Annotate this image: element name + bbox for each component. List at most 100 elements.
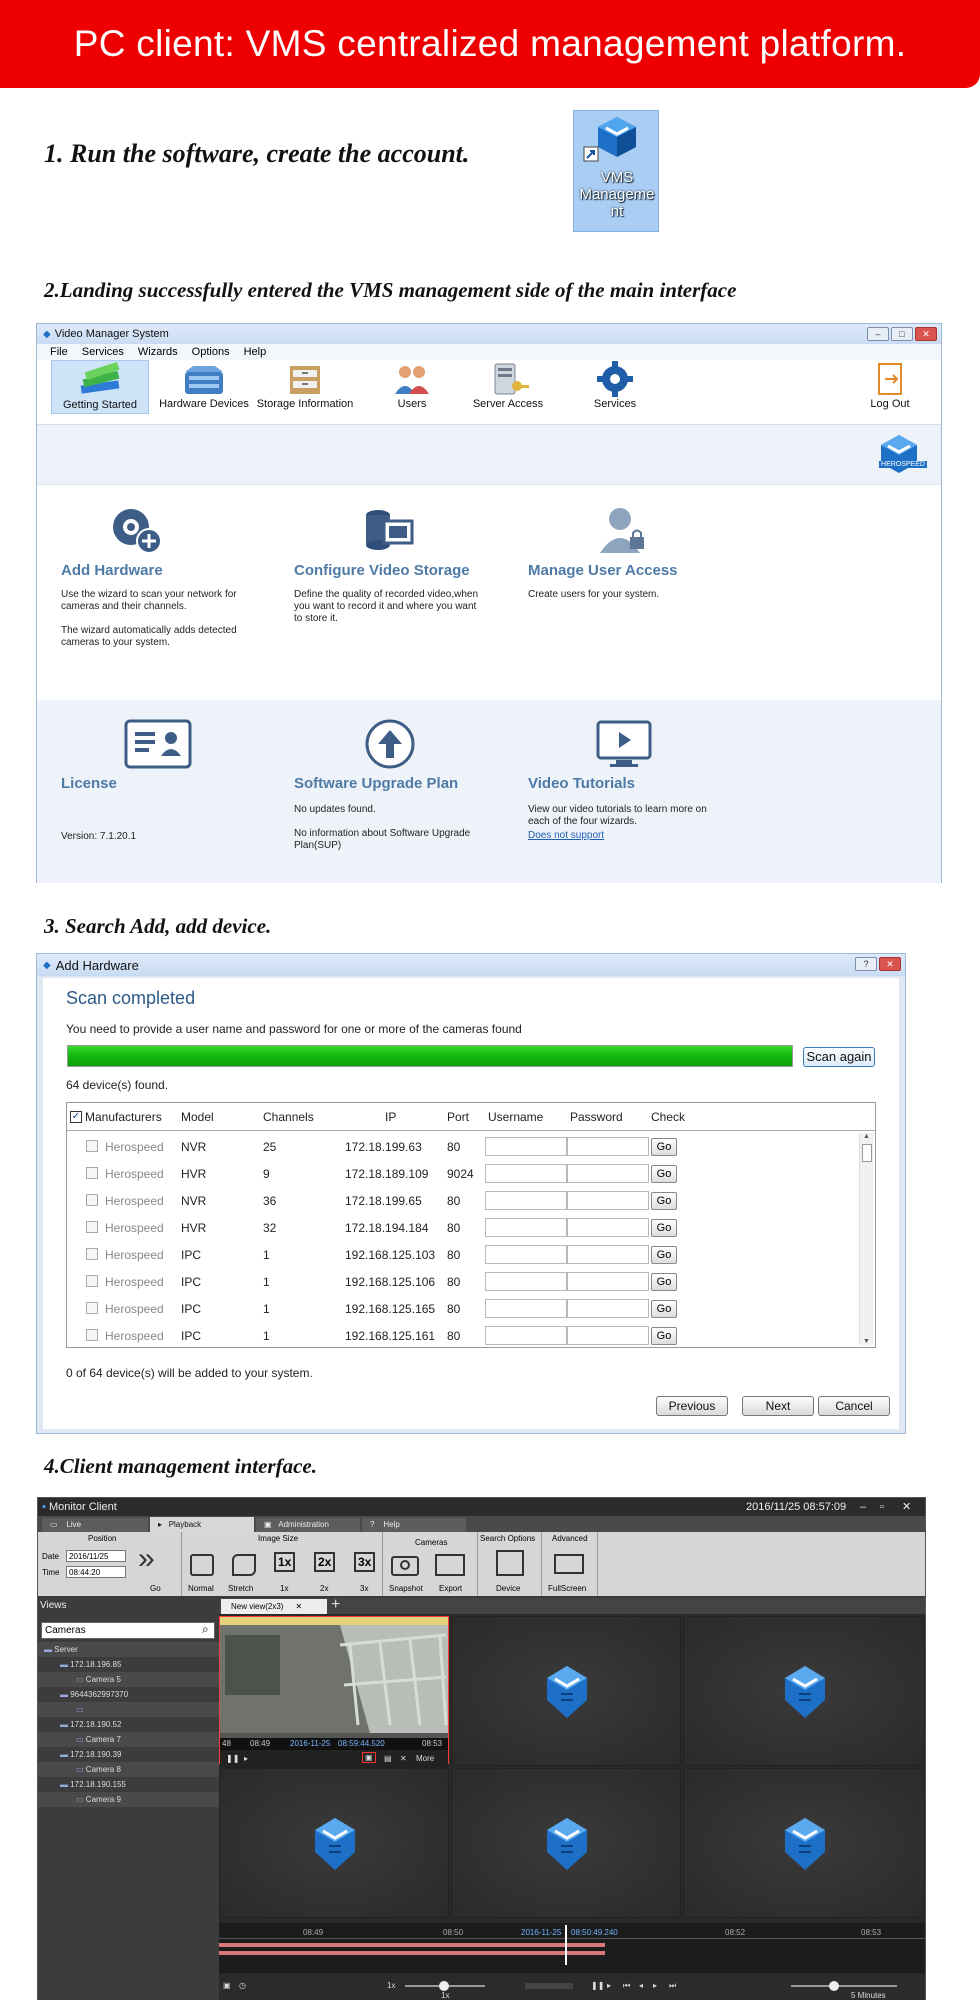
device-search-icon[interactable] (496, 1550, 524, 1576)
username-input[interactable] (485, 1164, 567, 1183)
password-input[interactable] (567, 1218, 649, 1237)
go-button[interactable]: Go (651, 1165, 677, 1183)
card-add-hardware[interactable]: Add Hardware Use the wizard to scan your… (61, 505, 261, 649)
record-icon[interactable]: ▣ (362, 1752, 376, 1763)
menu-options[interactable]: Options (192, 346, 230, 358)
cancel-button[interactable]: Cancel (818, 1396, 890, 1416)
video-tile-empty[interactable] (219, 1768, 449, 1918)
close-button[interactable]: ✕ (879, 957, 901, 971)
password-input[interactable] (567, 1164, 649, 1183)
tree-item[interactable]: ▬ 172.18.190.39 (38, 1747, 219, 1762)
go-arrow-icon[interactable]: » (138, 1544, 155, 1574)
toolbar-hardware-devices[interactable]: Hardware Devices (155, 360, 253, 410)
tab-playback[interactable]: ▸ Playback (150, 1517, 254, 1532)
time-input[interactable]: 08:44:20 (66, 1566, 126, 1578)
scan-again-button[interactable]: Scan again (803, 1047, 875, 1067)
row-checkbox[interactable] (86, 1194, 98, 1206)
col-ip[interactable]: IP (385, 1110, 396, 1124)
play-icon[interactable]: ▸ (607, 1981, 611, 1990)
timeline-cursor[interactable] (565, 1925, 567, 1965)
help-button[interactable]: ? (855, 957, 877, 971)
password-input[interactable] (567, 1137, 649, 1156)
pause-icon[interactable]: ❚❚ (226, 1754, 239, 1763)
step-back-icon[interactable]: ⏮ (623, 1981, 630, 1991)
go-button[interactable]: Go (651, 1219, 677, 1237)
video-tile-camera[interactable]: 48 08:49 2016-11-25 08:59:44.520 08:53 ❚… (219, 1616, 449, 1768)
username-input[interactable] (485, 1137, 567, 1156)
col-check[interactable]: Check (651, 1110, 685, 1124)
add-view-icon[interactable]: + (331, 1596, 340, 1614)
date-input[interactable]: 2016/11/25 (66, 1550, 126, 1562)
row-checkbox[interactable] (86, 1302, 98, 1314)
username-input[interactable] (485, 1326, 567, 1345)
col-manufacturers[interactable]: Manufacturers (85, 1110, 162, 1124)
password-input[interactable] (567, 1326, 649, 1345)
go-button[interactable]: Go (651, 1273, 677, 1291)
col-port[interactable]: Port (447, 1110, 469, 1124)
go-button[interactable]: Go (651, 1327, 677, 1345)
menu-help[interactable]: Help (244, 346, 267, 358)
password-input[interactable] (567, 1191, 649, 1210)
export-icon[interactable] (435, 1554, 465, 1576)
search-icon[interactable]: ⌕ (202, 1622, 209, 1637)
select-all-checkbox[interactable]: ✓ (70, 1111, 82, 1123)
username-input[interactable] (485, 1191, 567, 1210)
video-tile-empty[interactable] (451, 1768, 681, 1918)
speed-slider[interactable] (405, 1981, 485, 1991)
toolbar-getting-started[interactable]: Getting Started (51, 360, 149, 414)
tree-item[interactable]: ▭ Camera 5 (38, 1672, 219, 1687)
col-username[interactable]: Username (488, 1110, 543, 1124)
tree-item[interactable]: ▬ 172.18.190.155 (38, 1777, 219, 1792)
video-tile-empty[interactable] (683, 1616, 925, 1766)
password-input[interactable] (567, 1272, 649, 1291)
go-button[interactable]: Go (651, 1300, 677, 1318)
row-checkbox[interactable] (86, 1275, 98, 1287)
close-icon[interactable]: ✕ (295, 1602, 302, 1611)
next-button[interactable]: Next (742, 1396, 814, 1416)
card-license[interactable]: License Version: 7.1.20.1 (61, 718, 261, 868)
menu-services[interactable]: Services (82, 346, 124, 358)
card-software-upgrade[interactable]: Software Upgrade Plan No updates found. … (294, 718, 504, 852)
tree-item[interactable]: ▭ Camera 9 (38, 1792, 219, 1807)
go-button[interactable]: Go (150, 1584, 161, 1593)
previous-button[interactable]: Previous (656, 1396, 728, 1416)
col-password[interactable]: Password (570, 1110, 623, 1124)
video-tile-empty[interactable] (451, 1616, 681, 1766)
step-forward-icon[interactable]: ⏭ (669, 1981, 676, 1991)
username-input[interactable] (485, 1272, 567, 1291)
tree-item[interactable]: ▬ 9644362997370 (38, 1687, 219, 1702)
zoom-3x-icon[interactable]: 3x (354, 1552, 376, 1572)
tree-item[interactable]: ▬ 172.18.196.85 (38, 1657, 219, 1672)
fullscreen-icon[interactable] (554, 1554, 584, 1574)
maximize-button[interactable]: ▫ (880, 1498, 884, 1516)
password-input[interactable] (567, 1299, 649, 1318)
tree-item[interactable]: ▭ Camera 7 (38, 1732, 219, 1747)
col-channels[interactable]: Channels (263, 1110, 314, 1124)
tree-item[interactable]: ▭ (38, 1702, 219, 1717)
username-input[interactable] (485, 1218, 567, 1237)
row-checkbox[interactable] (86, 1167, 98, 1179)
username-input[interactable] (485, 1299, 567, 1318)
table-scrollbar[interactable]: ▲ ▼ (859, 1133, 873, 1345)
snapshot-icon[interactable] (391, 1556, 419, 1576)
normal-view-icon[interactable] (190, 1554, 214, 1576)
card-configure-storage[interactable]: Configure Video Storage Define the quali… (294, 505, 494, 625)
row-checkbox[interactable] (86, 1329, 98, 1341)
row-checkbox[interactable] (86, 1221, 98, 1233)
tutorials-link[interactable]: Does not support (528, 830, 728, 842)
username-input[interactable] (485, 1245, 567, 1264)
minimize-button[interactable]: – (867, 327, 889, 341)
go-button[interactable]: Go (651, 1192, 677, 1210)
go-button[interactable]: Go (651, 1246, 677, 1264)
tree-item[interactable]: ▭ Camera 8 (38, 1762, 219, 1777)
maximize-button[interactable]: □ (891, 327, 913, 341)
row-checkbox[interactable] (86, 1248, 98, 1260)
toolbar-users[interactable]: Users (377, 360, 447, 410)
toolbar-log-out[interactable]: Log Out (863, 360, 917, 410)
zoom-range-slider[interactable] (791, 1981, 897, 1991)
scrollbar-thumb[interactable] (861, 1144, 872, 1162)
tab-live[interactable]: ▭ Live (42, 1518, 148, 1532)
mute-icon[interactable]: ✕ (400, 1754, 407, 1763)
toolbar-server-access[interactable]: Server Access (467, 360, 549, 410)
card-manage-user-access[interactable]: Manage User Access Create users for your… (528, 505, 728, 601)
